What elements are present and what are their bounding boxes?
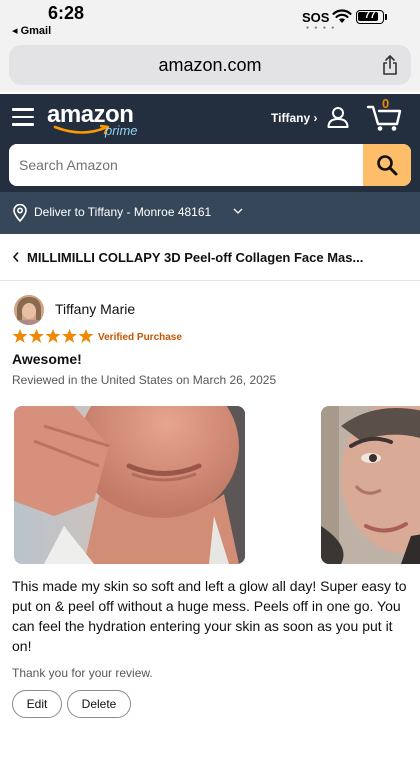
location-pin-icon	[13, 204, 27, 222]
reviewer-name[interactable]: Tiffany Marie	[55, 301, 135, 317]
review-date: Reviewed in the United States on March 2…	[12, 373, 277, 387]
divider	[0, 280, 420, 281]
review-headline: Awesome!	[12, 351, 82, 367]
star-icon	[78, 329, 94, 343]
site-header: amazon prime Tiffany › 0	[0, 94, 420, 192]
chevron-left-icon	[12, 251, 19, 263]
battery-level: 77	[364, 10, 376, 21]
star-icon	[12, 329, 28, 343]
product-title: MILLIMILLI COLLAPY 3D Peel-off Collagen …	[27, 250, 364, 265]
review-photo[interactable]	[14, 406, 245, 564]
back-to-app-link[interactable]: ◂ Gmail	[12, 24, 51, 37]
star-rating	[12, 329, 94, 343]
status-time: 6:28	[48, 3, 85, 23]
verified-purchase-badge: Verified Purchase	[98, 332, 182, 343]
cart-count-badge: 0	[382, 96, 390, 111]
browser-toolbar: amazon.com	[0, 42, 420, 92]
star-icon	[62, 329, 77, 343]
chevron-down-icon	[233, 208, 243, 214]
battery-icon: 77	[356, 10, 384, 24]
amazon-prime-logo[interactable]: amazon prime	[47, 98, 147, 142]
edit-button[interactable]: Edit	[12, 690, 62, 718]
url-text: amazon.com	[158, 55, 262, 75]
logo-prime-text: prime	[105, 123, 138, 138]
star-icon	[29, 329, 44, 343]
review-body: This made my skin so soft and left a glo…	[12, 578, 407, 654]
avatar	[14, 295, 44, 325]
review-thanks-note: Thank you for your review.	[12, 666, 153, 680]
search-bar	[9, 144, 411, 186]
search-button[interactable]	[363, 144, 411, 186]
signal-dots-icon: ● ● ● ●	[306, 25, 337, 31]
search-input[interactable]	[9, 144, 364, 186]
search-icon	[377, 155, 398, 176]
wifi-icon	[332, 9, 352, 23]
deliver-to-bar[interactable]: Deliver to Tiffany - Monroe 48161	[0, 192, 420, 234]
product-title-link[interactable]: MILLIMILLI COLLAPY 3D Peel-off Collagen …	[0, 244, 420, 274]
review-photo[interactable]	[321, 406, 420, 564]
user-icon[interactable]	[326, 105, 350, 129]
sos-indicator: SOS	[302, 10, 330, 25]
address-bar[interactable]: amazon.com	[9, 45, 411, 85]
share-icon[interactable]	[381, 54, 399, 76]
menu-icon[interactable]	[12, 108, 34, 131]
smile-arrow-icon	[53, 124, 110, 135]
account-link[interactable]: Tiffany ›	[271, 111, 317, 125]
deliver-to-text: Deliver to Tiffany - Monroe 48161	[34, 205, 212, 219]
delete-button[interactable]: Delete	[67, 690, 131, 718]
status-bar: 6:28 ◂ Gmail SOS ● ● ● ● 77	[0, 0, 420, 42]
star-icon	[45, 329, 61, 343]
